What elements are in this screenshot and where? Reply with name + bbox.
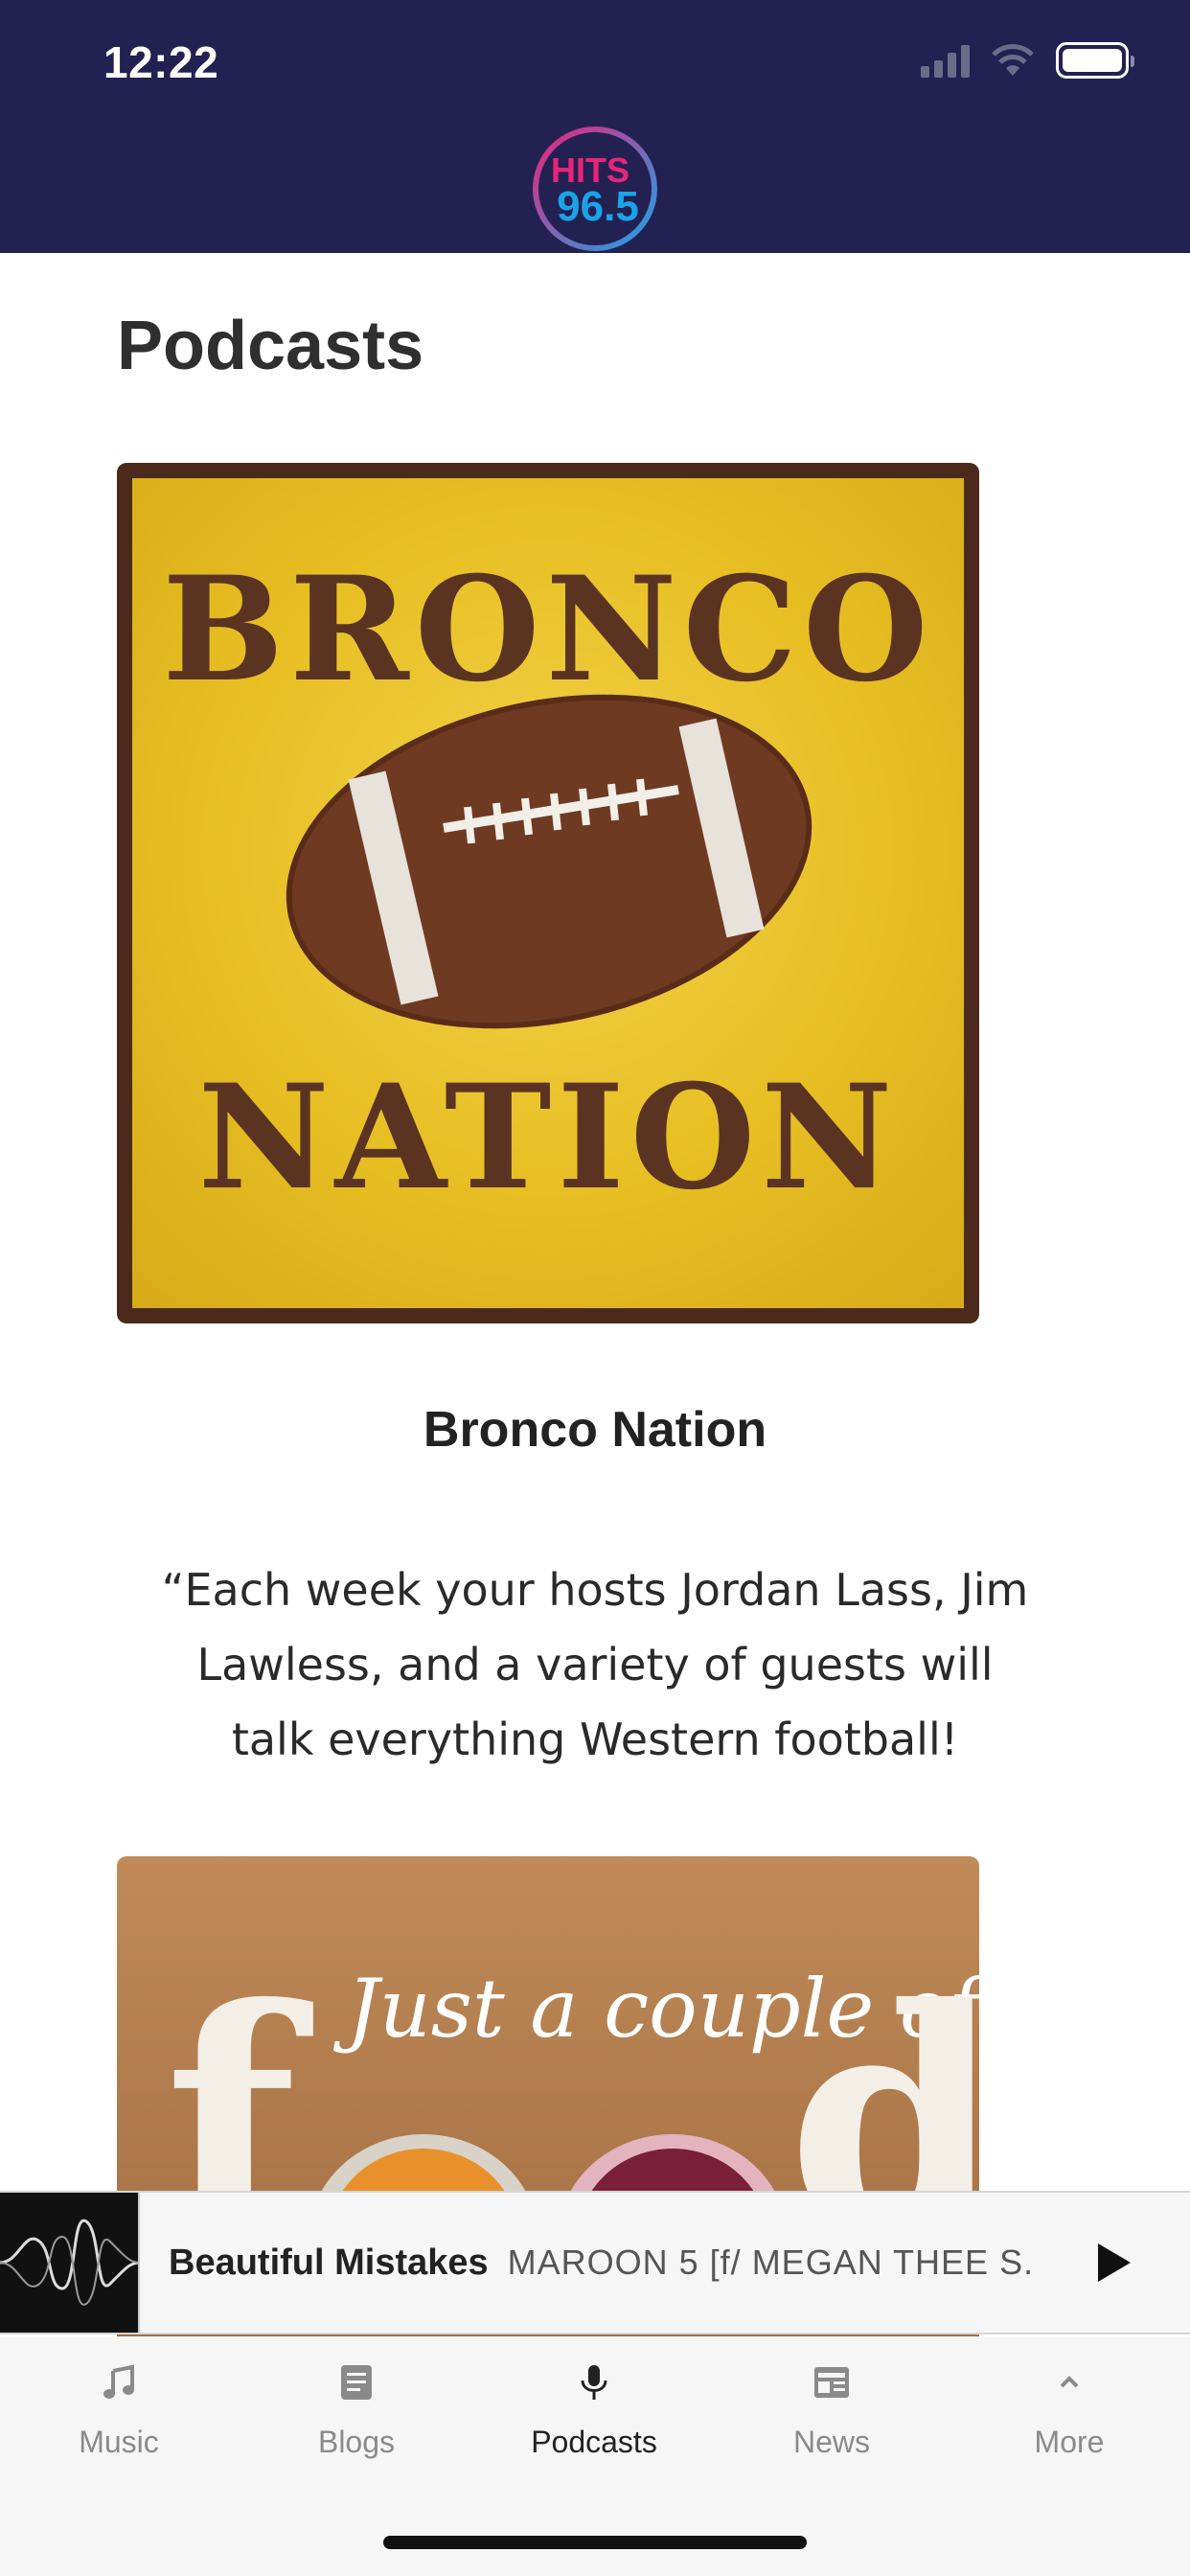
podcast-title[interactable]: Bronco Nation (0, 1401, 1190, 1459)
now-playing-artwork (0, 2193, 140, 2333)
microphone-icon (581, 2365, 607, 2400)
newspaper-icon (814, 2367, 849, 2398)
football-icon (286, 694, 812, 1029)
station-logo[interactable]: HITS 96.5 (531, 125, 659, 253)
tab-more[interactable]: More (950, 2336, 1188, 2480)
track-title: Beautiful Mistakes (169, 2242, 489, 2283)
tab-news[interactable]: News (713, 2336, 950, 2480)
cellular-signal-icon (921, 43, 970, 78)
app-header: 12:22 HITS 96.5 (0, 0, 1190, 253)
logo-text-bottom: 96.5 (557, 183, 639, 230)
podcast-description: “Each week your hosts Jordan Lass, Jim L… (161, 1564, 1029, 1765)
artwork-word-bottom: NATION (197, 1053, 899, 1222)
waveform-icon (0, 2219, 138, 2306)
now-playing-info[interactable]: Beautiful Mistakes MAROON 5 [f/ MEGAN TH… (169, 2193, 1031, 2333)
status-icons (921, 42, 1134, 79)
tab-blogs[interactable]: Blogs (238, 2336, 475, 2480)
tab-label: Blogs (317, 2425, 396, 2459)
tab-podcasts[interactable]: Podcasts (475, 2336, 713, 2480)
music-note-icon (103, 2364, 134, 2399)
tab-label: Music (79, 2425, 159, 2459)
status-time: 12:22 (103, 37, 219, 87)
tab-music[interactable]: Music (0, 2336, 238, 2480)
battery-icon (1056, 42, 1134, 79)
tab-label: More (1034, 2425, 1105, 2459)
tab-label: News (792, 2425, 870, 2459)
page-title: Podcasts (117, 308, 424, 384)
now-playing-bar[interactable]: Beautiful Mistakes MAROON 5 [f/ MEGAN TH… (0, 2191, 1190, 2334)
chevron-up-icon (1060, 2376, 1079, 2388)
tab-label: Podcasts (531, 2425, 657, 2459)
podcast-artwork-bronco-nation[interactable]: BRONCO NATION (117, 463, 979, 1323)
play-button[interactable] (1088, 2239, 1136, 2287)
document-icon (341, 2365, 372, 2400)
home-indicator[interactable] (383, 2536, 807, 2549)
track-artist: MAROON 5 [f/ MEGAN THEE S... (507, 2242, 1031, 2282)
wifi-icon (992, 44, 1034, 76)
